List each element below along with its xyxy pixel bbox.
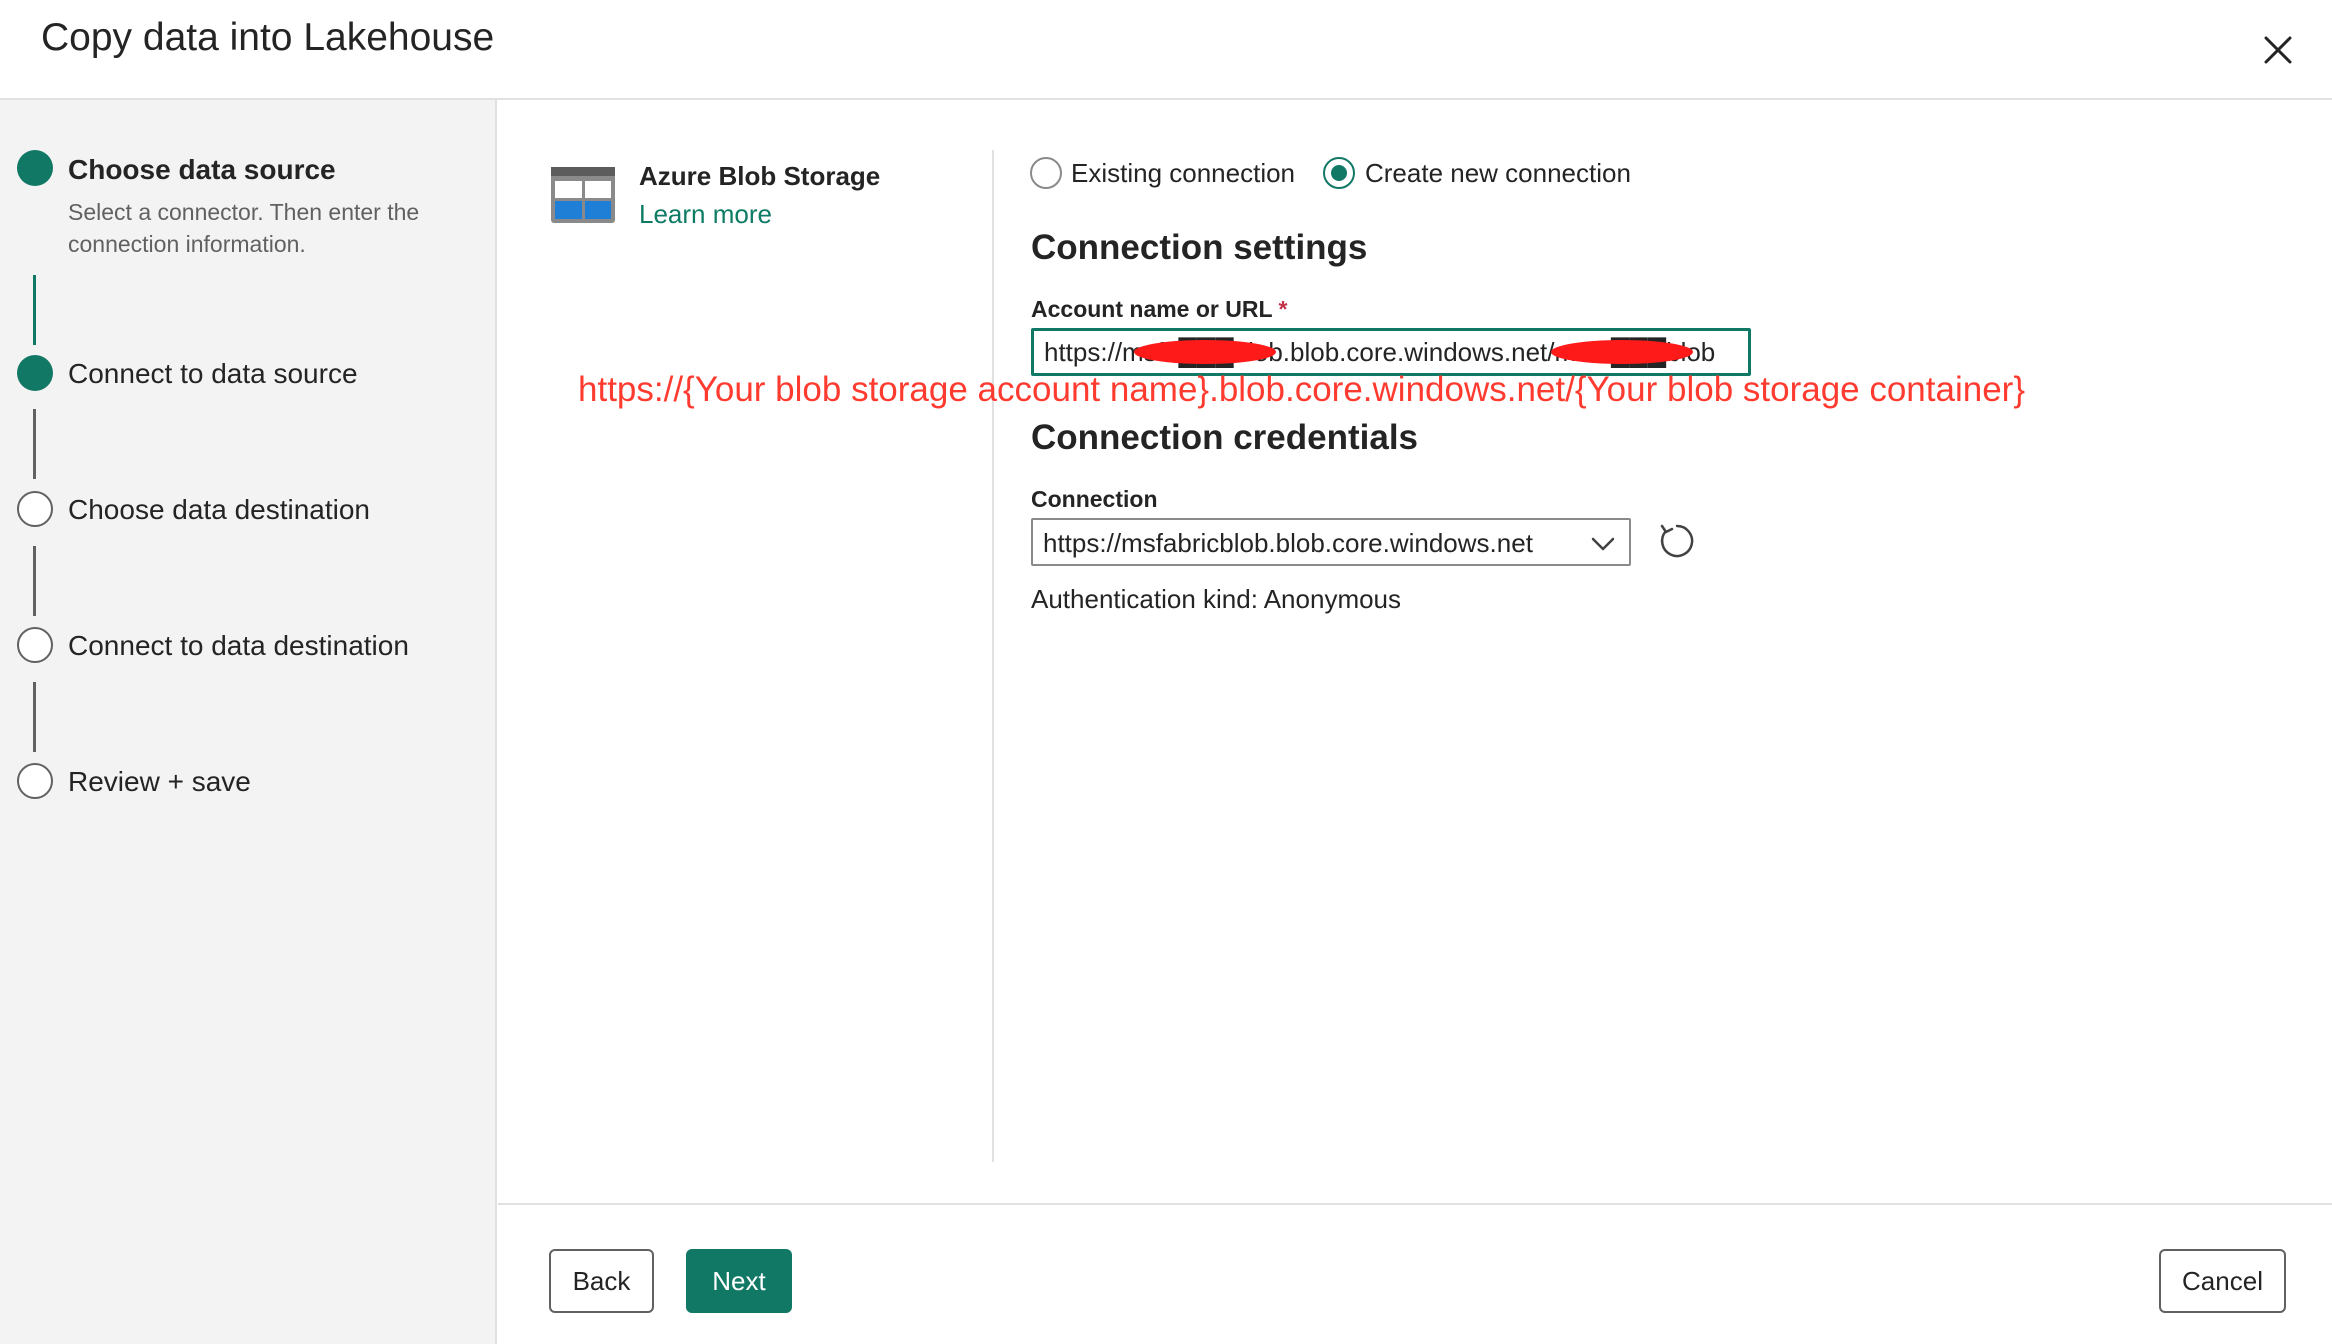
required-mark: * <box>1278 296 1288 322</box>
azure-blob-storage-icon <box>551 167 615 223</box>
step-connector-2 <box>33 409 36 479</box>
connection-credentials-title: Connection credentials <box>1031 418 1419 457</box>
step-connector-1 <box>33 275 36 345</box>
connection-dropdown[interactable]: https://msfabricblob.blob.core.windows.n… <box>1031 518 1631 566</box>
url-format-annotation: https://{Your blob storage account name}… <box>578 370 2026 409</box>
step-5-label: Review + save <box>68 766 251 797</box>
step-4-label: Connect to data destination <box>68 630 409 661</box>
dialog-title: Copy data into Lakehouse <box>41 16 495 59</box>
close-icon[interactable] <box>2254 26 2302 74</box>
step-1-indicator <box>17 150 53 186</box>
step-1-label: Choose data source <box>68 154 336 185</box>
learn-more-link[interactable]: Learn more <box>639 199 772 230</box>
existing-connection-label[interactable]: Existing connection <box>1071 158 1295 189</box>
step-1-description: Select a connector. Then enter the conne… <box>68 199 420 257</box>
back-button[interactable]: Back <box>549 1249 654 1313</box>
chevron-down-icon <box>1589 530 1617 558</box>
create-new-connection-label[interactable]: Create new connection <box>1365 158 1631 189</box>
step-2-label: Connect to data source <box>68 358 358 389</box>
authentication-kind: Authentication kind: Anonymous <box>1031 584 1402 614</box>
connection-settings-title: Connection settings <box>1031 228 1368 267</box>
create-new-connection-radio[interactable] <box>1323 157 1355 189</box>
connection-label: Connection <box>1031 486 1158 512</box>
account-name-label: Account name or URL * <box>1031 296 1287 323</box>
wizard-stepper <box>0 100 497 1344</box>
step-2-indicator <box>17 355 53 391</box>
connection-dropdown-value: https://msfabricblob.blob.core.windows.n… <box>1043 528 1533 558</box>
step-connector-4 <box>33 682 36 752</box>
refresh-icon[interactable] <box>1657 521 1697 561</box>
step-5-indicator <box>17 763 53 799</box>
step-4-indicator <box>17 627 53 663</box>
step-3-label: Choose data destination <box>68 494 370 525</box>
next-button[interactable]: Next <box>686 1249 792 1313</box>
connector-name: Azure Blob Storage <box>639 161 881 191</box>
step-connector-3 <box>33 546 36 616</box>
panel-divider <box>992 150 994 1162</box>
redaction-mark <box>1134 340 1276 364</box>
dialog-header: Copy data into Lakehouse <box>0 0 2332 100</box>
step-3-indicator <box>17 491 53 527</box>
redaction-mark <box>1551 340 1693 364</box>
account-name-label-text: Account name or URL <box>1031 296 1273 322</box>
cancel-button[interactable]: Cancel <box>2159 1249 2286 1313</box>
existing-connection-radio[interactable] <box>1030 157 1062 189</box>
